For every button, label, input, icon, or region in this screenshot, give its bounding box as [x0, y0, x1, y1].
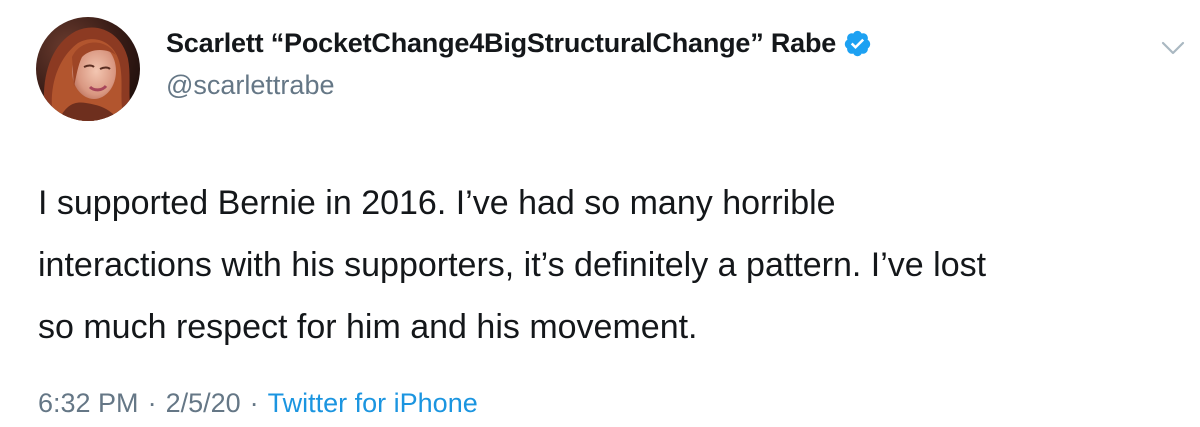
- avatar[interactable]: [36, 17, 140, 121]
- tweet-text-line: interactions with his supporters, it’s d…: [38, 246, 987, 284]
- tweet-time[interactable]: 6:32 PM: [38, 388, 139, 419]
- avatar-photo: [36, 17, 140, 121]
- meta-separator: ·: [147, 388, 157, 418]
- tweet-text: I supported Bernie in 2016. I’ve had so …: [38, 172, 1158, 358]
- tweet-source-link[interactable]: Twitter for iPhone: [268, 388, 478, 419]
- author-name-row[interactable]: Scarlett “PocketChange4BigStructuralChan…: [166, 28, 872, 59]
- chevron-down-icon[interactable]: [1161, 40, 1185, 56]
- tweet-text-line: I supported Bernie in 2016. I’ve had so …: [38, 184, 836, 222]
- tweet-meta: 6:32 PM · 2/5/20 · Twitter for iPhone: [38, 388, 478, 419]
- author-display-name[interactable]: Scarlett “PocketChange4BigStructuralChan…: [166, 28, 836, 59]
- tweet-date[interactable]: 2/5/20: [166, 388, 241, 419]
- tweet-text-line: so much respect for him and his movement…: [38, 308, 698, 346]
- verified-badge-icon: [843, 29, 872, 58]
- author-handle[interactable]: @scarlettrabe: [166, 70, 334, 101]
- meta-separator: ·: [249, 388, 259, 418]
